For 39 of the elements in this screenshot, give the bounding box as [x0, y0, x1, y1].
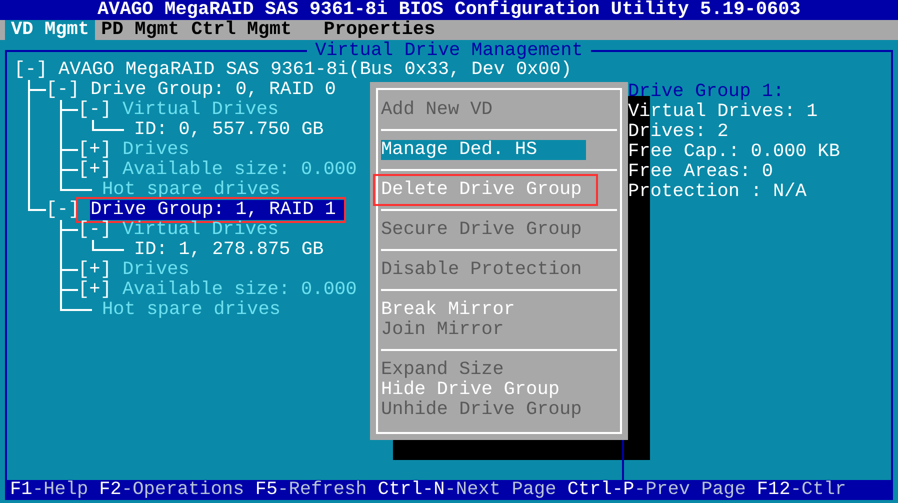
- tree-node[interactable]: Available size: 0.000: [122, 280, 357, 300]
- tree-node[interactable]: Drive Group: 0, RAID 0: [90, 80, 336, 100]
- shortcut-hint: F12-Ctlr: [756, 480, 846, 500]
- shortcut-hint: F2-Operations: [99, 480, 244, 500]
- tab[interactable]: Ctrl Mgmt: [185, 20, 298, 40]
- expand-toggle[interactable]: [-]: [46, 200, 80, 220]
- tree-node[interactable]: Available size: 0.000: [122, 160, 357, 180]
- info-title: Drive Group 1:: [628, 82, 786, 102]
- tree-node[interactable]: Virtual Drives: [122, 220, 279, 240]
- tree-node[interactable]: Drive Group: 1, RAID 1: [90, 200, 336, 220]
- tab[interactable]: VD Mgmt: [5, 20, 96, 40]
- tree-node[interactable]: Drives: [122, 260, 190, 280]
- expand-toggle[interactable]: [-]: [14, 60, 48, 80]
- expand-toggle[interactable]: [+]: [78, 160, 112, 180]
- window-title: AVAGO MegaRAID SAS 9361-8i BIOS Configuration Utility 5.19-0603: [98, 0, 800, 20]
- expand-toggle[interactable]: [-]: [46, 80, 80, 100]
- expand-toggle[interactable]: [+]: [78, 260, 112, 280]
- menu-item[interactable]: Manage Ded. HS: [381, 140, 586, 160]
- menu-item[interactable]: Hide Drive Group: [381, 380, 586, 400]
- expand-toggle[interactable]: [-]: [78, 220, 112, 240]
- tab[interactable]: Properties: [318, 20, 442, 40]
- tree-node[interactable]: AVAGO MegaRAID SAS 9361-8i(Bus 0x33, Dev 0x00): [58, 60, 572, 80]
- expand-toggle[interactable]: [-]: [78, 100, 112, 120]
- tree-node[interactable]: ID: 0, 557.750 GB: [134, 120, 324, 140]
- shortcut-hint: F1-Help: [10, 480, 88, 500]
- tree-node[interactable]: Hot spare drives: [102, 180, 281, 200]
- expand-toggle[interactable]: [+]: [78, 280, 112, 300]
- shortcut-hint: Ctrl-N-Next Page: [378, 480, 556, 500]
- tree-node[interactable]: Drives: [122, 140, 190, 160]
- tab[interactable]: PD Mgmt: [95, 20, 186, 40]
- panel-title: Virtual Drive Management: [307, 41, 591, 61]
- shortcut-hint: F5-Refresh: [255, 480, 367, 500]
- menu-item[interactable]: Break Mirror: [381, 300, 586, 320]
- expand-toggle[interactable]: [+]: [78, 140, 112, 160]
- tree-node[interactable]: ID: 1, 278.875 GB: [134, 240, 324, 260]
- menu-item[interactable]: Delete Drive Group: [373, 174, 598, 206]
- shortcut-hint: Ctrl-P-Prev Page: [567, 480, 746, 500]
- tree-node[interactable]: Hot spare drives: [102, 300, 281, 320]
- tree-node[interactable]: Virtual Drives: [122, 100, 279, 120]
